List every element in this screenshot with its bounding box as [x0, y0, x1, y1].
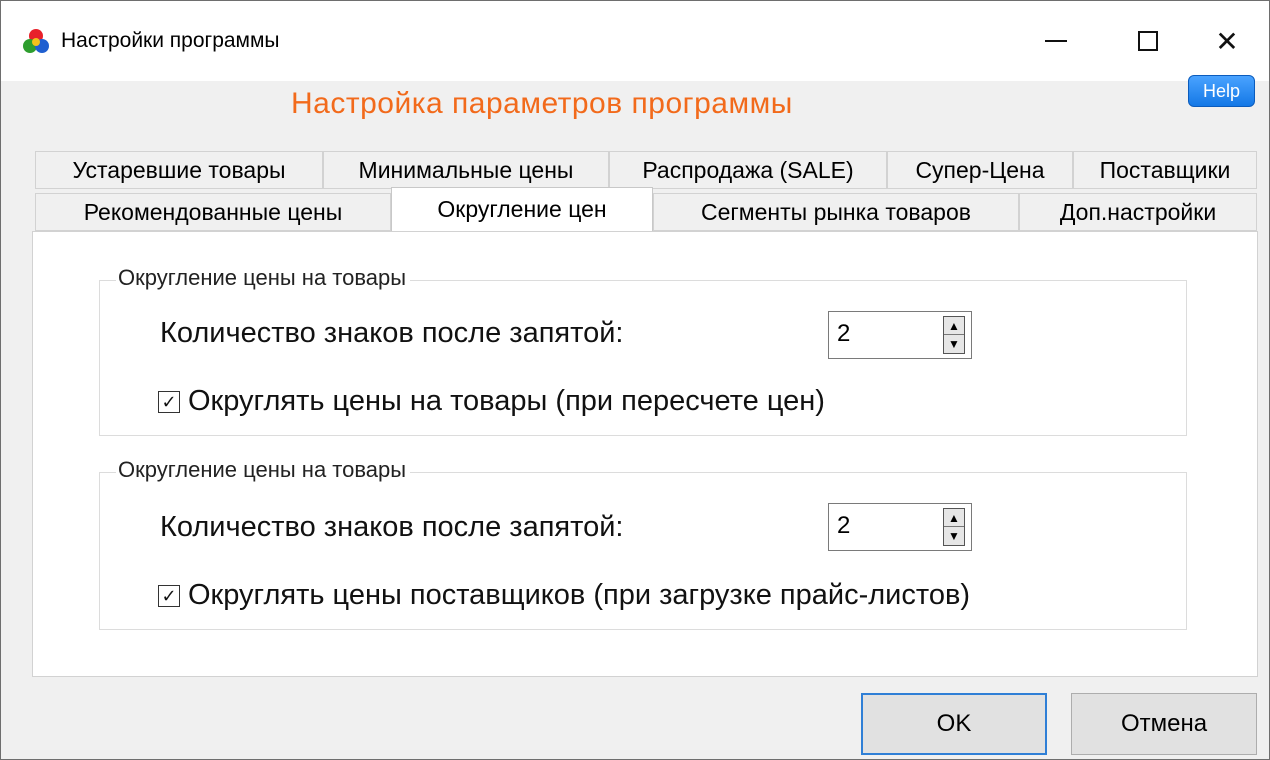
- round-goods-prices-label[interactable]: Округлять цены на товары (при пересчете …: [188, 385, 825, 418]
- minimize-button[interactable]: [1010, 1, 1102, 81]
- ok-button[interactable]: OK: [861, 693, 1047, 755]
- settings-window: Настройки программы ✕ Help Настройка пар…: [0, 0, 1270, 760]
- help-button[interactable]: Help: [1188, 75, 1255, 107]
- stepper-value[interactable]: 2: [837, 512, 850, 540]
- round-supplier-prices-label[interactable]: Округлять цены поставщиков (при загрузке…: [188, 579, 970, 612]
- round-supplier-prices-option[interactable]: ✓ Округлять цены поставщиков (при загруз…: [158, 579, 970, 612]
- chevron-down-icon[interactable]: ▼: [944, 527, 964, 545]
- tab-panel-price-rounding: Округление цены на товары Количество зна…: [32, 231, 1258, 677]
- maximize-icon: [1138, 31, 1158, 51]
- decimal-places-label: Количество знаков после запятой:: [160, 511, 624, 543]
- checkmark-icon: ✓: [161, 391, 177, 412]
- close-button[interactable]: ✕: [1181, 1, 1270, 81]
- tab-market-segments[interactable]: Сегменты рынка товаров: [653, 193, 1019, 231]
- checkmark-icon: ✓: [161, 585, 177, 606]
- tab-recommended-prices[interactable]: Рекомендованные цены: [35, 193, 391, 231]
- app-logo-icon: [23, 29, 49, 53]
- stepper-buttons: ▲ ▼: [943, 508, 965, 546]
- cancel-button[interactable]: Отмена: [1071, 693, 1257, 755]
- decimal-places-stepper[interactable]: 2 ▲ ▼: [828, 311, 972, 359]
- group-legend: Округление цены на товары: [116, 265, 411, 291]
- tab-suppliers[interactable]: Поставщики: [1073, 151, 1257, 189]
- title-bar: Настройки программы ✕: [1, 1, 1269, 81]
- round-supplier-prices-checkbox[interactable]: ✓: [158, 584, 180, 607]
- round-goods-prices-checkbox[interactable]: ✓: [158, 390, 180, 413]
- window-title: Настройки программы: [61, 29, 280, 52]
- tab-sale[interactable]: Распродажа (SALE): [609, 151, 887, 189]
- rounding-group-goods: Округление цены на товары Количество зна…: [99, 265, 1187, 436]
- tab-price-rounding[interactable]: Округление цен: [391, 187, 653, 231]
- tab-outdated-goods[interactable]: Устаревшие товары: [35, 151, 323, 189]
- chevron-up-icon[interactable]: ▲: [944, 317, 964, 335]
- chevron-down-icon[interactable]: ▼: [944, 335, 964, 353]
- decimal-places-label: Количество знаков после запятой:: [160, 317, 624, 349]
- group-legend: Округление цены на товары: [116, 457, 411, 483]
- chevron-up-icon[interactable]: ▲: [944, 509, 964, 527]
- tab-super-price[interactable]: Супер-Цена: [887, 151, 1073, 189]
- stepper-value[interactable]: 2: [837, 320, 850, 348]
- tab-minimal-prices[interactable]: Минимальные цены: [323, 151, 609, 189]
- round-goods-prices-option[interactable]: ✓ Округлять цены на товары (при пересчет…: [158, 385, 825, 418]
- minimize-icon: [1045, 40, 1067, 42]
- stepper-buttons: ▲ ▼: [943, 316, 965, 354]
- decimal-places-stepper[interactable]: 2 ▲ ▼: [828, 503, 972, 551]
- close-icon: ✕: [1215, 25, 1239, 57]
- page-title: Настройка параметров программы: [291, 87, 793, 120]
- tab-extra-settings[interactable]: Доп.настройки: [1019, 193, 1257, 231]
- rounding-group-suppliers: Округление цены на товары Количество зна…: [99, 457, 1187, 630]
